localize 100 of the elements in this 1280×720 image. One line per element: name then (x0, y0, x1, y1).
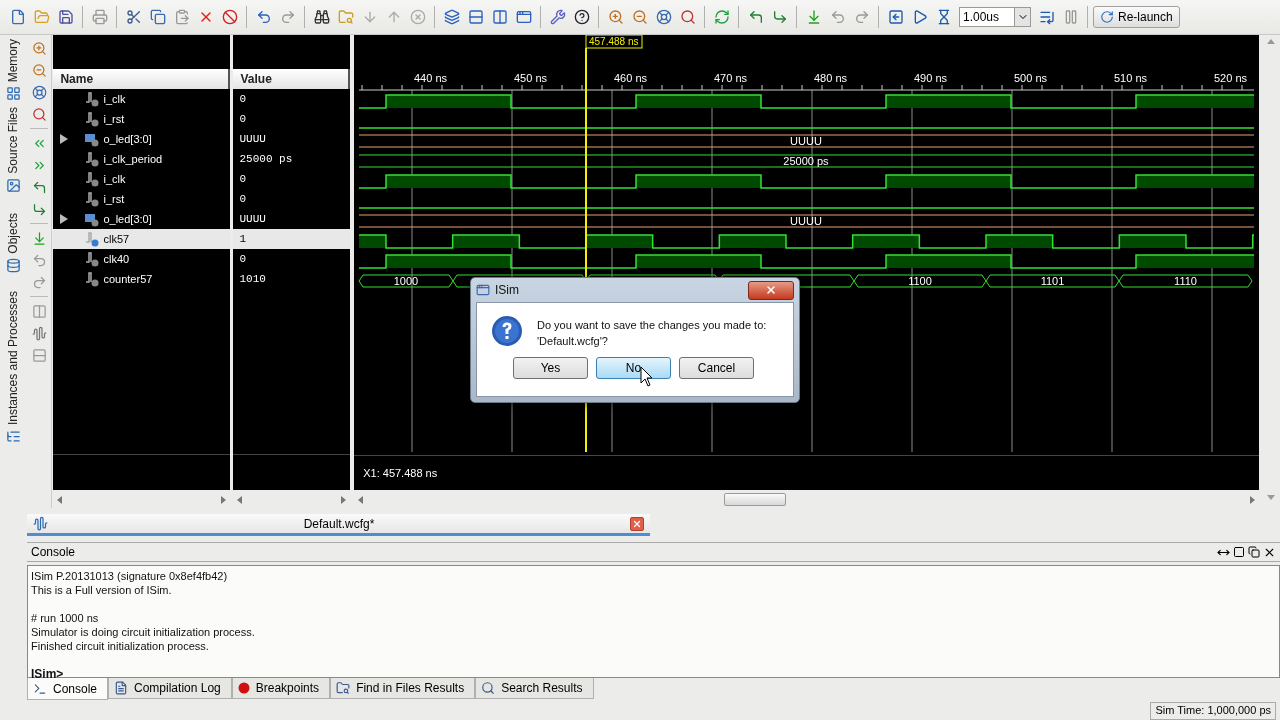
bus-value: 25000 ps (783, 155, 829, 167)
column-header[interactable]: Name (53, 69, 231, 89)
panel-title: Console (31, 545, 76, 559)
bus-value: UUUU (790, 135, 823, 147)
maximize-icon[interactable] (1233, 545, 1245, 558)
scroll-right-icon[interactable] (1250, 496, 1256, 504)
new-file-icon (9, 9, 26, 25)
signal-value: 0 (238, 253, 247, 265)
console-line: Finished circuit initialization process. (31, 639, 210, 653)
scroll-thumb[interactable] (724, 493, 787, 506)
signal-name[interactable]: i_clk (103, 93, 126, 105)
side-tab[interactable]: Memory (6, 39, 21, 83)
close-tab-button[interactable] (630, 516, 644, 531)
ruler-label: 460 ns (614, 72, 648, 84)
cascade-icon (443, 9, 460, 25)
bus-value: UUUU (790, 215, 823, 227)
panel-icon[interactable] (5, 86, 21, 102)
panel-tab[interactable]: Search Results (475, 678, 594, 699)
next-marker-icon (31, 274, 47, 290)
panel-tab[interactable]: Find in Files Results (330, 678, 476, 699)
ruler-label: 500 ns (1014, 72, 1048, 84)
panel-icon[interactable] (5, 178, 21, 194)
scroll-up-icon[interactable] (1267, 39, 1276, 44)
signal-name[interactable]: counter57 (103, 273, 153, 285)
dialog-button[interactable]: No (596, 357, 671, 379)
window-icon (515, 9, 532, 25)
scroll-left-icon[interactable] (237, 496, 243, 504)
signal-name[interactable]: clk40 (103, 253, 130, 265)
signal-icon (85, 271, 100, 287)
find-in-files-icon (337, 9, 354, 25)
panel-icon[interactable] (5, 257, 21, 273)
zoom-cursor-icon (679, 9, 696, 25)
ruler-label: 440 ns (414, 72, 448, 84)
next-marker-icon (853, 9, 870, 25)
bus-value: 1110 (1174, 275, 1198, 287)
zoom-in-icon (607, 9, 624, 25)
relaunch-button[interactable]: Re-launch (1093, 6, 1180, 28)
sim-time-status: Sim Time: 1,000,000 ps (1150, 702, 1276, 720)
zoom-cursor-icon (31, 106, 47, 122)
panel-tab[interactable]: Compilation Log (108, 678, 232, 699)
expand-arrow-icon[interactable] (60, 214, 69, 224)
bus-signal-icon (85, 211, 100, 227)
signal-icon (85, 151, 100, 167)
panel-tab[interactable]: Console (27, 678, 109, 700)
dropdown-button[interactable] (1015, 7, 1031, 27)
side-tab[interactable]: Instances and Processes (6, 290, 21, 425)
zoom-out-icon (631, 9, 648, 25)
grid-icon (31, 347, 47, 363)
console-line: Simulator is doing circuit initialization process. (31, 625, 256, 639)
signal-value: 1010 (238, 273, 266, 285)
time-field[interactable]: 1.00us (959, 7, 1015, 27)
scroll-left-icon[interactable] (57, 496, 63, 504)
side-tab[interactable]: Source Files (6, 107, 21, 175)
tab-icon (336, 681, 351, 695)
signal-name[interactable]: i_rst (103, 113, 125, 125)
scroll-down-icon[interactable] (1267, 495, 1276, 500)
signal-name[interactable]: i_rst (103, 193, 125, 205)
question-icon (491, 315, 523, 347)
clear-icon (409, 9, 426, 25)
zoom-out-icon (31, 62, 47, 78)
signal-name[interactable]: i_clk_period (103, 153, 163, 165)
column-header[interactable]: Value (233, 69, 351, 89)
signal-name[interactable]: o_led[3:0] (103, 213, 152, 225)
signal-icon (85, 251, 100, 267)
signal-value: 0 (238, 173, 247, 185)
signal-icon (85, 91, 100, 107)
copy-icon (149, 9, 166, 25)
previous-marker-icon (31, 252, 47, 268)
panel-tab[interactable]: Breakpoints (231, 678, 331, 699)
signal-name[interactable]: o_led[3:0] (103, 133, 152, 145)
help-icon (573, 9, 590, 25)
ruler-label: 520 ns (1214, 72, 1248, 84)
open-icon (33, 9, 50, 25)
save-icon (57, 9, 74, 25)
signal-value: 0 (238, 193, 247, 205)
dialog-button[interactable]: Yes (513, 357, 588, 379)
signal-icon (85, 111, 100, 127)
bus-signal-icon (85, 131, 100, 147)
scroll-right-icon[interactable] (221, 496, 227, 504)
console-prompt[interactable]: ISim> (31, 667, 1276, 681)
editor-tab[interactable]: Default.wcfg* (27, 514, 650, 536)
cut-icon (125, 9, 142, 25)
dialog-message: Do you want to save the changes you made to: 'Default.wcfg'? (537, 318, 767, 349)
scroll-right-icon[interactable] (341, 496, 347, 504)
stop-icon (221, 9, 238, 25)
expand-arrow-icon[interactable] (60, 134, 69, 144)
cursor-time-label: 457.488 ns (585, 35, 643, 49)
signal-icon (85, 171, 100, 187)
signal-value: 1 (238, 233, 247, 245)
scroll-left-icon[interactable] (358, 496, 364, 504)
panel-icon[interactable] (5, 428, 21, 444)
signal-name[interactable]: i_clk (103, 173, 126, 185)
restore-icon[interactable] (1248, 545, 1260, 558)
signal-name[interactable]: clk57 (103, 233, 130, 245)
side-tab[interactable]: Objects (6, 213, 21, 254)
breakpoint-dot-icon (237, 682, 250, 694)
signal-value: 0 (238, 93, 247, 105)
close-button[interactable] (748, 280, 794, 300)
dialog-button[interactable]: Cancel (679, 357, 754, 379)
signal-icon (85, 191, 100, 207)
